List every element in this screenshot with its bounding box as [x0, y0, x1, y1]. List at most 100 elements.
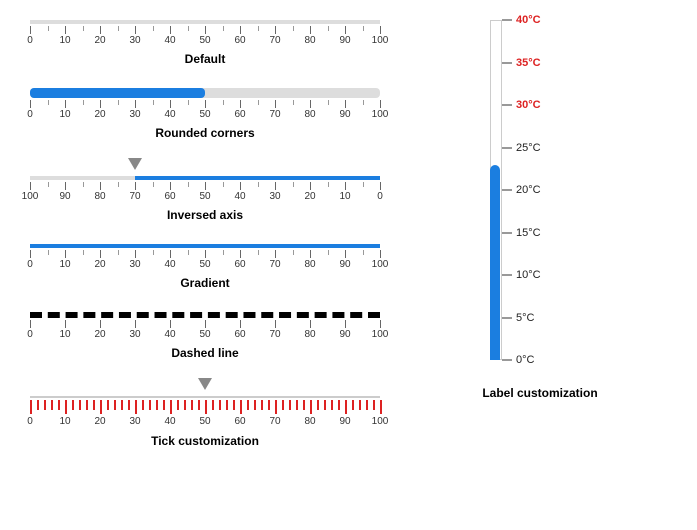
tick-label: 90 — [339, 259, 350, 270]
tick-label: 60 — [234, 416, 245, 427]
gauge-rounded-caption: Rounded corners — [20, 126, 390, 140]
tick-label: 20 — [304, 191, 315, 202]
tick-label: 70 — [269, 35, 280, 46]
gauge-vertical: 40°C35°C30°C25°C20°C15°C10°C5°C0°C — [490, 20, 550, 360]
gauge-rounded: 0102030405060708090100 Rounded corners — [20, 88, 390, 140]
tick-label: 0 — [27, 259, 33, 270]
gauge-dashed: 0102030405060708090100 Dashed line — [20, 312, 390, 360]
gauge-dashed-ticks: 0102030405060708090100 — [30, 320, 380, 342]
gauge-dashed-caption: Dashed line — [20, 346, 390, 360]
gauge-gradient-ticks: 0102030405060708090100 — [30, 250, 380, 272]
tick-label: 50 — [199, 109, 210, 120]
tick-label: 10 — [59, 416, 70, 427]
gauge-tickcustom-body: 0102030405060708090100 — [30, 382, 380, 430]
tick-label: 100 — [372, 35, 389, 46]
gauge-tickcustom: 0 10 20 30 40 50 60 70 80 90 100 Tick customizatio… — [20, 382, 390, 448]
gauge-inversed: 1009080706050403020100 Inversed axis — [20, 162, 390, 222]
tick-label: 100 — [372, 109, 389, 120]
tick-label: 40 — [164, 329, 175, 340]
tick-label: 40 — [164, 416, 175, 427]
tick-label: 10 — [59, 109, 70, 120]
tick-label: 60 — [164, 191, 175, 202]
tick-label: 30 — [129, 109, 140, 120]
tick-label: 80 — [304, 259, 315, 270]
tick-label: 30 — [129, 259, 140, 270]
vertical-tick-label: 40°C — [516, 14, 541, 26]
left-column: 0102030405060708090100 Default 010203040… — [20, 20, 390, 470]
tick-label: 20 — [94, 416, 105, 427]
gauge-gradient: 0 10 20 30 40 50 60 70 80 90 100 Gradient — [20, 244, 390, 290]
vertical-tick-label: 5°C — [516, 312, 534, 324]
tick-label: 0 — [27, 35, 33, 46]
tick-label: 70 — [269, 416, 280, 427]
tick-label: 80 — [304, 329, 315, 340]
gauge-inversed-caption: Inversed axis — [20, 208, 390, 222]
tick-label: 100 — [372, 329, 389, 340]
vertical-tick-label: 10°C — [516, 269, 541, 281]
tick-label: 80 — [304, 416, 315, 427]
tick-label: 40 — [164, 259, 175, 270]
tick-label: 0 — [377, 191, 383, 202]
vertical-tick-label: 15°C — [516, 227, 541, 239]
tick-label: 70 — [129, 191, 140, 202]
tick-label: 20 — [94, 259, 105, 270]
tick-label: 60 — [234, 35, 245, 46]
vertical-tick-label: 25°C — [516, 142, 541, 154]
tick-label: 80 — [304, 35, 315, 46]
gauge-inversed-ticks: 1009080706050403020100 — [30, 182, 380, 204]
tick-label: 70 — [269, 109, 280, 120]
vertical-tick-label: 20°C — [516, 184, 541, 196]
tick-label: 50 — [199, 259, 210, 270]
tick-label: 30 — [129, 35, 140, 46]
tick-label: 30 — [269, 191, 280, 202]
tick-label: 20 — [94, 35, 105, 46]
gauge-dashed-body: 0102030405060708090100 — [30, 312, 380, 342]
tick-label: 100 — [372, 416, 389, 427]
tick-label: 30 — [129, 329, 140, 340]
tick-label: 0 — [27, 329, 33, 340]
gauge-rounded-body: 0102030405060708090100 — [30, 88, 380, 122]
gauge-vertical-fill — [490, 165, 500, 361]
gauge-default-caption: Default — [20, 52, 390, 66]
tick-label: 10 — [59, 35, 70, 46]
tick-label: 40 — [164, 35, 175, 46]
tick-label: 90 — [339, 109, 350, 120]
tick-label: 40 — [234, 191, 245, 202]
tick-label: 70 — [269, 259, 280, 270]
tick-label: 0 — [27, 109, 33, 120]
gauge-gradient-caption: Gradient — [20, 276, 390, 290]
tick-label: 60 — [234, 329, 245, 340]
pointer-icon — [128, 158, 142, 170]
tick-label: 80 — [94, 191, 105, 202]
gauge-tickcustom-caption: Tick customization — [20, 434, 390, 448]
gauge-tickcustom-ticks: 0102030405060708090100 — [30, 400, 380, 430]
tick-label: 20 — [94, 109, 105, 120]
gauge-default-ticks: 0102030405060708090100 — [30, 26, 380, 48]
tick-label: 30 — [129, 416, 140, 427]
tick-label: 50 — [199, 416, 210, 427]
gauge-vertical-caption: Label customization — [450, 386, 630, 400]
tick-label: 60 — [234, 109, 245, 120]
tick-label: 90 — [339, 416, 350, 427]
tick-label: 100 — [372, 259, 389, 270]
gauge-rounded-ticks: 0102030405060708090100 — [30, 100, 380, 122]
gauge-default-body: 0102030405060708090100 — [30, 20, 380, 48]
vertical-tick-label: 0°C — [516, 354, 534, 366]
gauge-default: 0 10 20 30 40 50 60 70 80 90 100 Default — [20, 20, 390, 66]
tick-label: 50 — [199, 191, 210, 202]
tick-label: 50 — [199, 35, 210, 46]
vertical-tick-label: 30°C — [516, 99, 541, 111]
tick-label: 10 — [59, 259, 70, 270]
tick-label: 90 — [59, 191, 70, 202]
pointer-icon — [198, 378, 212, 390]
tick-label: 10 — [59, 329, 70, 340]
tick-label: 90 — [339, 35, 350, 46]
vertical-tick-label: 35°C — [516, 57, 541, 69]
tick-label: 10 — [339, 191, 350, 202]
right-column: 40°C35°C30°C25°C20°C15°C10°C5°C0°C Label… — [450, 20, 630, 400]
gauge-gradient-body: 0102030405060708090100 — [30, 244, 380, 272]
tick-label: 60 — [234, 259, 245, 270]
tick-label: 0 — [27, 416, 33, 427]
page: 0102030405060708090100 Default 010203040… — [20, 20, 677, 470]
tick-label: 40 — [164, 109, 175, 120]
